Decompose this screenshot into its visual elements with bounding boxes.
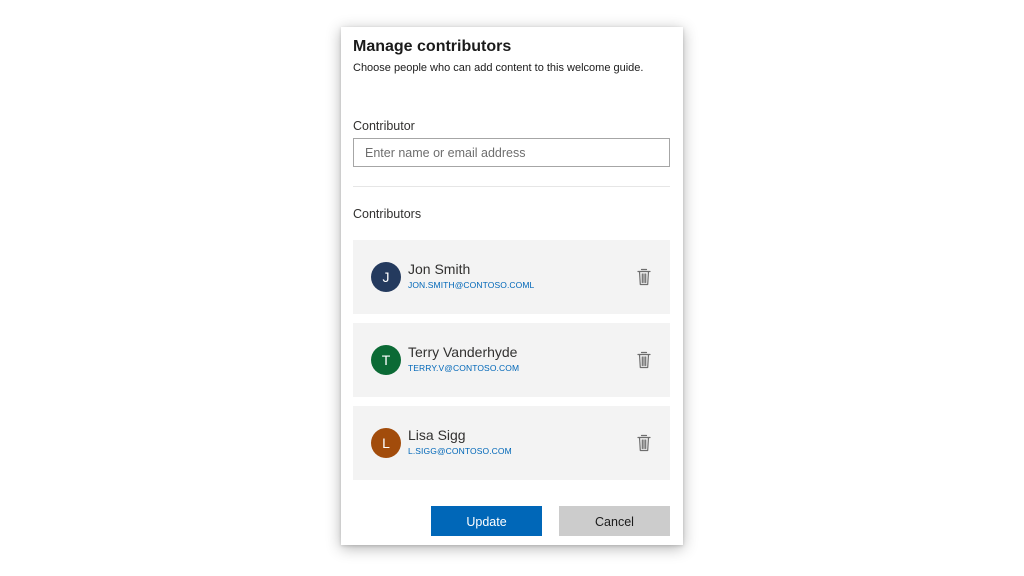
manage-contributors-dialog: Manage contributors Choose people who ca… — [341, 27, 683, 545]
delete-contributor-button[interactable] — [636, 434, 652, 452]
contributor-card: J Jon Smith JON.SMITH@CONTOSO.COML — [353, 240, 670, 314]
update-button[interactable]: Update — [431, 506, 542, 536]
contributor-name: Lisa Sigg — [408, 427, 466, 443]
contributor-email: L.SIGG@CONTOSO.COM — [408, 446, 512, 456]
contributors-list: J Jon Smith JON.SMITH@CONTOSO.COML T Ter… — [353, 240, 670, 489]
contributors-section-label: Contributors — [353, 207, 422, 221]
delete-contributor-button[interactable] — [636, 268, 652, 286]
avatar: L — [371, 428, 401, 458]
trash-icon — [637, 268, 651, 286]
avatar: J — [371, 262, 401, 292]
contributor-field-label: Contributor — [353, 119, 415, 133]
contributor-email: JON.SMITH@CONTOSO.COML — [408, 280, 535, 290]
contributor-name: Terry Vanderhyde — [408, 344, 518, 360]
delete-contributor-button[interactable] — [636, 351, 652, 369]
contributor-email: TERRY.V@CONTOSO.COM — [408, 363, 520, 373]
cancel-button[interactable]: Cancel — [559, 506, 670, 536]
dialog-title: Manage contributors — [353, 38, 512, 55]
avatar: T — [371, 345, 401, 375]
section-divider — [353, 186, 670, 187]
trash-icon — [637, 351, 651, 369]
contributor-name: Jon Smith — [408, 261, 471, 277]
dialog-subtitle: Choose people who can add content to thi… — [353, 62, 644, 74]
trash-icon — [637, 434, 651, 452]
contributor-card: L Lisa Sigg L.SIGG@CONTOSO.COM — [353, 406, 670, 480]
contributor-card: T Terry Vanderhyde TERRY.V@CONTOSO.COM — [353, 323, 670, 397]
contributor-input[interactable] — [353, 138, 670, 167]
